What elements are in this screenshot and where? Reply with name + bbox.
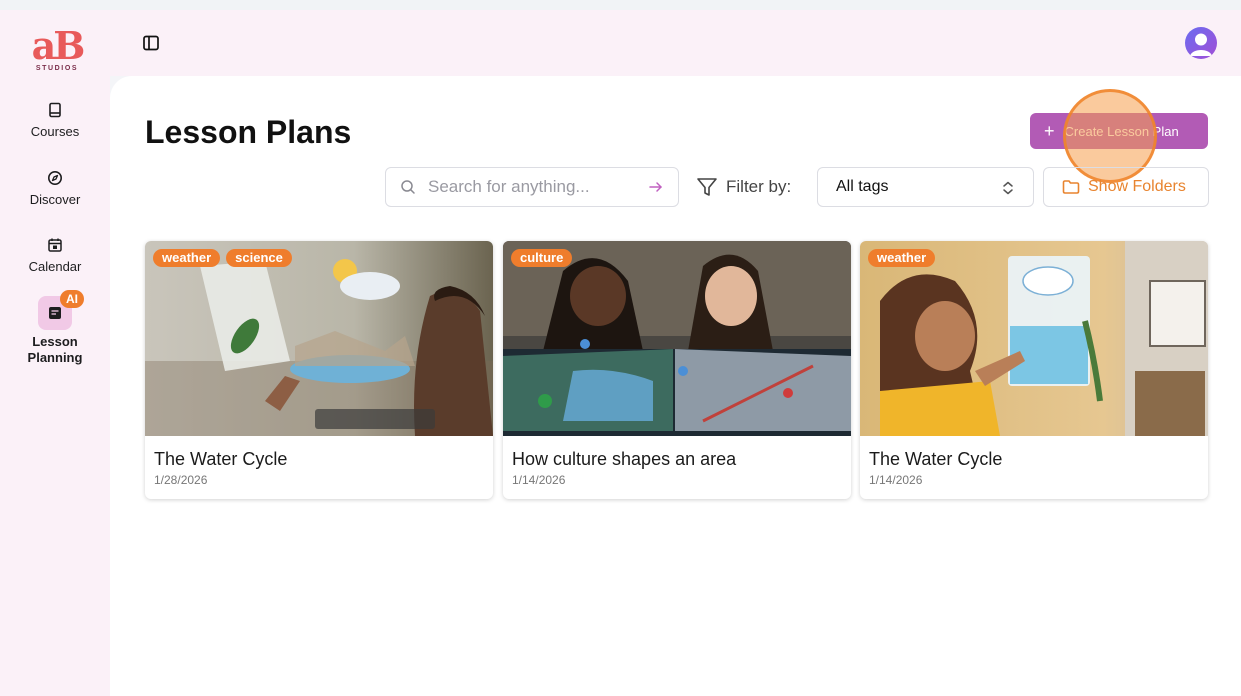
tag-badge: weather — [153, 249, 221, 267]
user-avatar[interactable] — [1185, 27, 1217, 59]
lesson-card[interactable]: weather The Water Cycle 1/14/2026 — [860, 241, 1208, 499]
show-folders-button[interactable]: Show Folders — [1043, 167, 1209, 207]
tag-select-value: All tags — [836, 178, 889, 195]
card-title: The Water Cycle — [154, 449, 288, 469]
card-tags: weather — [868, 249, 936, 267]
page-title: Lesson Plans — [145, 114, 352, 150]
sidebar-item-lesson-planning[interactable]: AI Lesson Planning — [0, 290, 110, 366]
card-title: How culture shapes an area — [512, 449, 737, 469]
tag-badge: science — [226, 249, 292, 267]
sidebar-item-label: Lesson Planning — [27, 334, 83, 365]
tag-badge: weather — [868, 249, 936, 267]
lesson-plan-icon-tile: AI — [38, 290, 84, 330]
water-bag-illustration — [860, 241, 1208, 436]
tag-badge: culture — [511, 249, 573, 267]
filter-label: Filter by: — [726, 177, 792, 196]
calendar-icon — [48, 238, 62, 252]
lesson-plan-icon — [49, 307, 61, 319]
sidebar-item-calendar[interactable]: Calendar — [0, 237, 110, 275]
main-content: Lesson Plans + Create Lesson Plan Filter… — [110, 76, 1241, 696]
sidebar: aB STUDIOS Courses Discover Calendar AI … — [0, 10, 110, 696]
tag-select[interactable]: All tags — [817, 167, 1034, 207]
plus-icon: + — [1044, 121, 1055, 141]
culture-map-illustration — [503, 241, 851, 436]
show-folders-label: Show Folders — [1088, 178, 1186, 195]
sidebar-item-courses[interactable]: Courses — [0, 102, 110, 140]
filter-group: Filter by: — [696, 176, 791, 198]
lesson-card[interactable]: weather science The Water Cycle 1/28/202… — [145, 241, 493, 499]
search-bar[interactable] — [385, 167, 679, 207]
search-input[interactable] — [428, 177, 628, 197]
card-tags: weather science — [153, 249, 292, 267]
user-avatar-icon — [1190, 33, 1212, 56]
card-image: weather science — [145, 241, 493, 436]
card-image: culture — [503, 241, 851, 436]
card-date: 1/14/2026 — [869, 473, 923, 487]
sidebar-item-discover[interactable]: Discover — [0, 170, 110, 208]
logo-subtitle: STUDIOS — [35, 65, 79, 72]
logo-mark: aB — [31, 23, 86, 68]
sidebar-item-label: Discover — [29, 192, 81, 207]
chevron-up-down-icon — [1003, 181, 1013, 195]
water-cycle-illustration — [145, 241, 493, 436]
sidebar-toggle-icon[interactable] — [142, 34, 160, 52]
top-header — [110, 10, 1241, 76]
card-title: The Water Cycle — [869, 449, 1003, 469]
folder-icon — [1062, 180, 1080, 194]
arrow-right-icon[interactable] — [648, 179, 664, 195]
sidebar-item-label: Calendar — [28, 259, 82, 274]
lesson-card[interactable]: culture How culture shapes an area 1/14/… — [503, 241, 851, 499]
ai-badge: AI — [60, 290, 84, 308]
card-tags: culture — [511, 249, 573, 267]
card-image: weather — [860, 241, 1208, 436]
compass-icon — [48, 171, 62, 185]
book-icon — [49, 102, 61, 118]
window-top-strip — [0, 0, 1241, 10]
card-date: 1/28/2026 — [154, 473, 208, 487]
sidebar-item-label: Courses — [30, 124, 80, 139]
card-date: 1/14/2026 — [512, 473, 566, 487]
filter-icon — [697, 178, 717, 196]
brand-logo[interactable]: aB STUDIOS — [30, 23, 86, 84]
search-icon — [401, 180, 415, 194]
